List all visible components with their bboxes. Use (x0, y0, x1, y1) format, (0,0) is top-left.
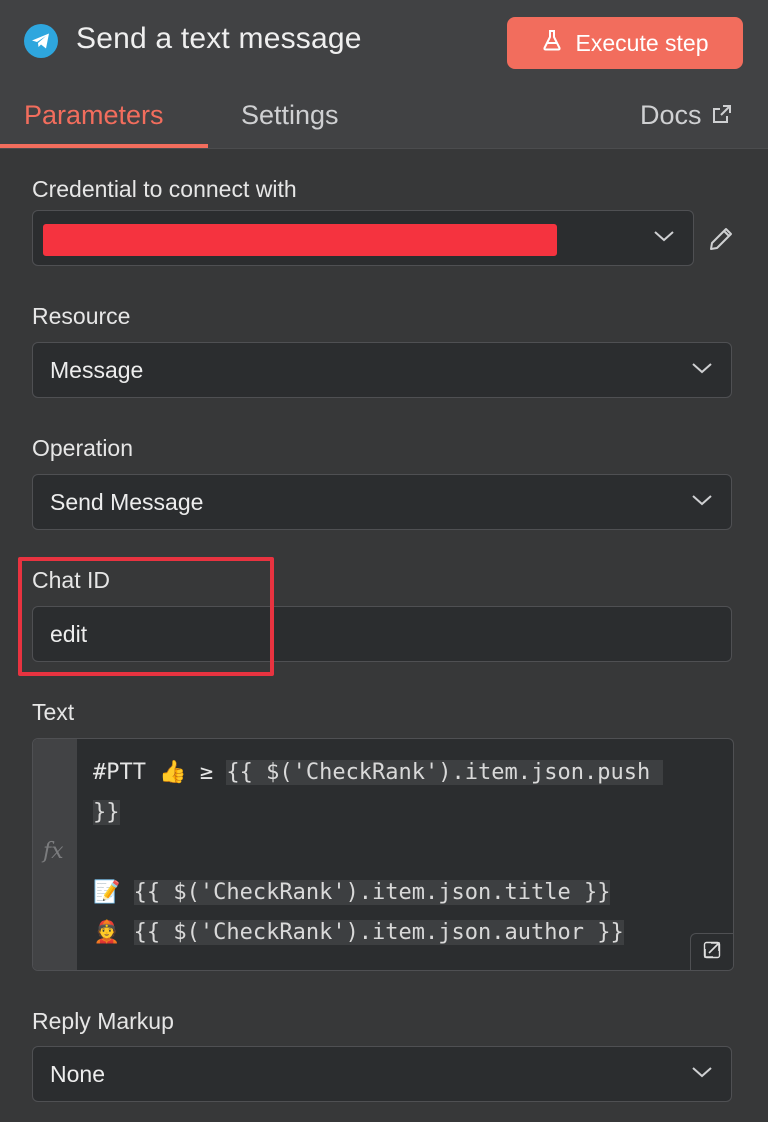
chevron-down-icon (691, 1065, 713, 1084)
redacted-credential (43, 224, 557, 256)
operation-select[interactable]: Send Message (32, 474, 732, 530)
fx-icon: fx (43, 839, 64, 864)
resource-select[interactable]: Message (32, 342, 732, 398)
code-line5-prefix: 👲 (93, 920, 134, 945)
docs-label: Docs (640, 100, 702, 130)
expand-icon (703, 941, 721, 964)
resource-label: Resource (32, 303, 131, 329)
credential-select[interactable] (32, 210, 694, 266)
expression-gutter: fx (33, 739, 77, 970)
code-line1-expr: {{ $('CheckRank').item.json.push (226, 760, 664, 785)
expand-editor-button[interactable] (690, 933, 733, 970)
execute-step-button[interactable]: Execute step (507, 17, 743, 69)
reply-markup-value: None (50, 1061, 105, 1087)
resource-value: Message (50, 357, 144, 383)
operation-value: Send Message (50, 489, 204, 515)
active-tab-indicator (0, 144, 208, 148)
text-expression-editor[interactable]: fx #PTT 👍 ≥ {{ $('CheckRank').item.json.… (32, 738, 734, 971)
tab-bar: Parameters Settings Docs (0, 86, 768, 149)
pencil-icon[interactable] (707, 225, 735, 258)
operation-label: Operation (32, 435, 134, 461)
expression-code[interactable]: #PTT 👍 ≥ {{ $('CheckRank').item.json.pus… (93, 753, 713, 953)
code-line4-prefix: 📝 (93, 880, 134, 905)
code-line5-expr: {{ $('CheckRank').item.json.author }} (133, 920, 624, 945)
execute-step-label: Execute step (575, 29, 709, 56)
reply-markup-label: Reply Markup (32, 1008, 174, 1034)
chevron-down-icon (653, 229, 675, 248)
tab-docs[interactable]: Docs (640, 100, 732, 131)
node-title: Send a text message (76, 22, 362, 55)
tab-parameters[interactable]: Parameters (24, 100, 164, 131)
reply-markup-select[interactable]: None (32, 1046, 732, 1102)
flask-icon (542, 29, 562, 57)
telegram-icon (24, 24, 58, 58)
highlight-annotation (18, 557, 274, 676)
chevron-down-icon (691, 361, 713, 380)
code-line1-prefix: #PTT 👍 ≥ (93, 760, 227, 785)
chevron-down-icon (691, 493, 713, 512)
code-line2-expr: }} (93, 800, 120, 825)
external-link-icon (712, 100, 732, 131)
credential-label: Credential to connect with (32, 176, 297, 202)
code-line4-expr: {{ $('CheckRank').item.json.title }} (133, 880, 611, 905)
node-header: Send a text message Execute step (0, 0, 768, 86)
text-label: Text (32, 699, 75, 725)
tab-settings[interactable]: Settings (241, 100, 339, 131)
